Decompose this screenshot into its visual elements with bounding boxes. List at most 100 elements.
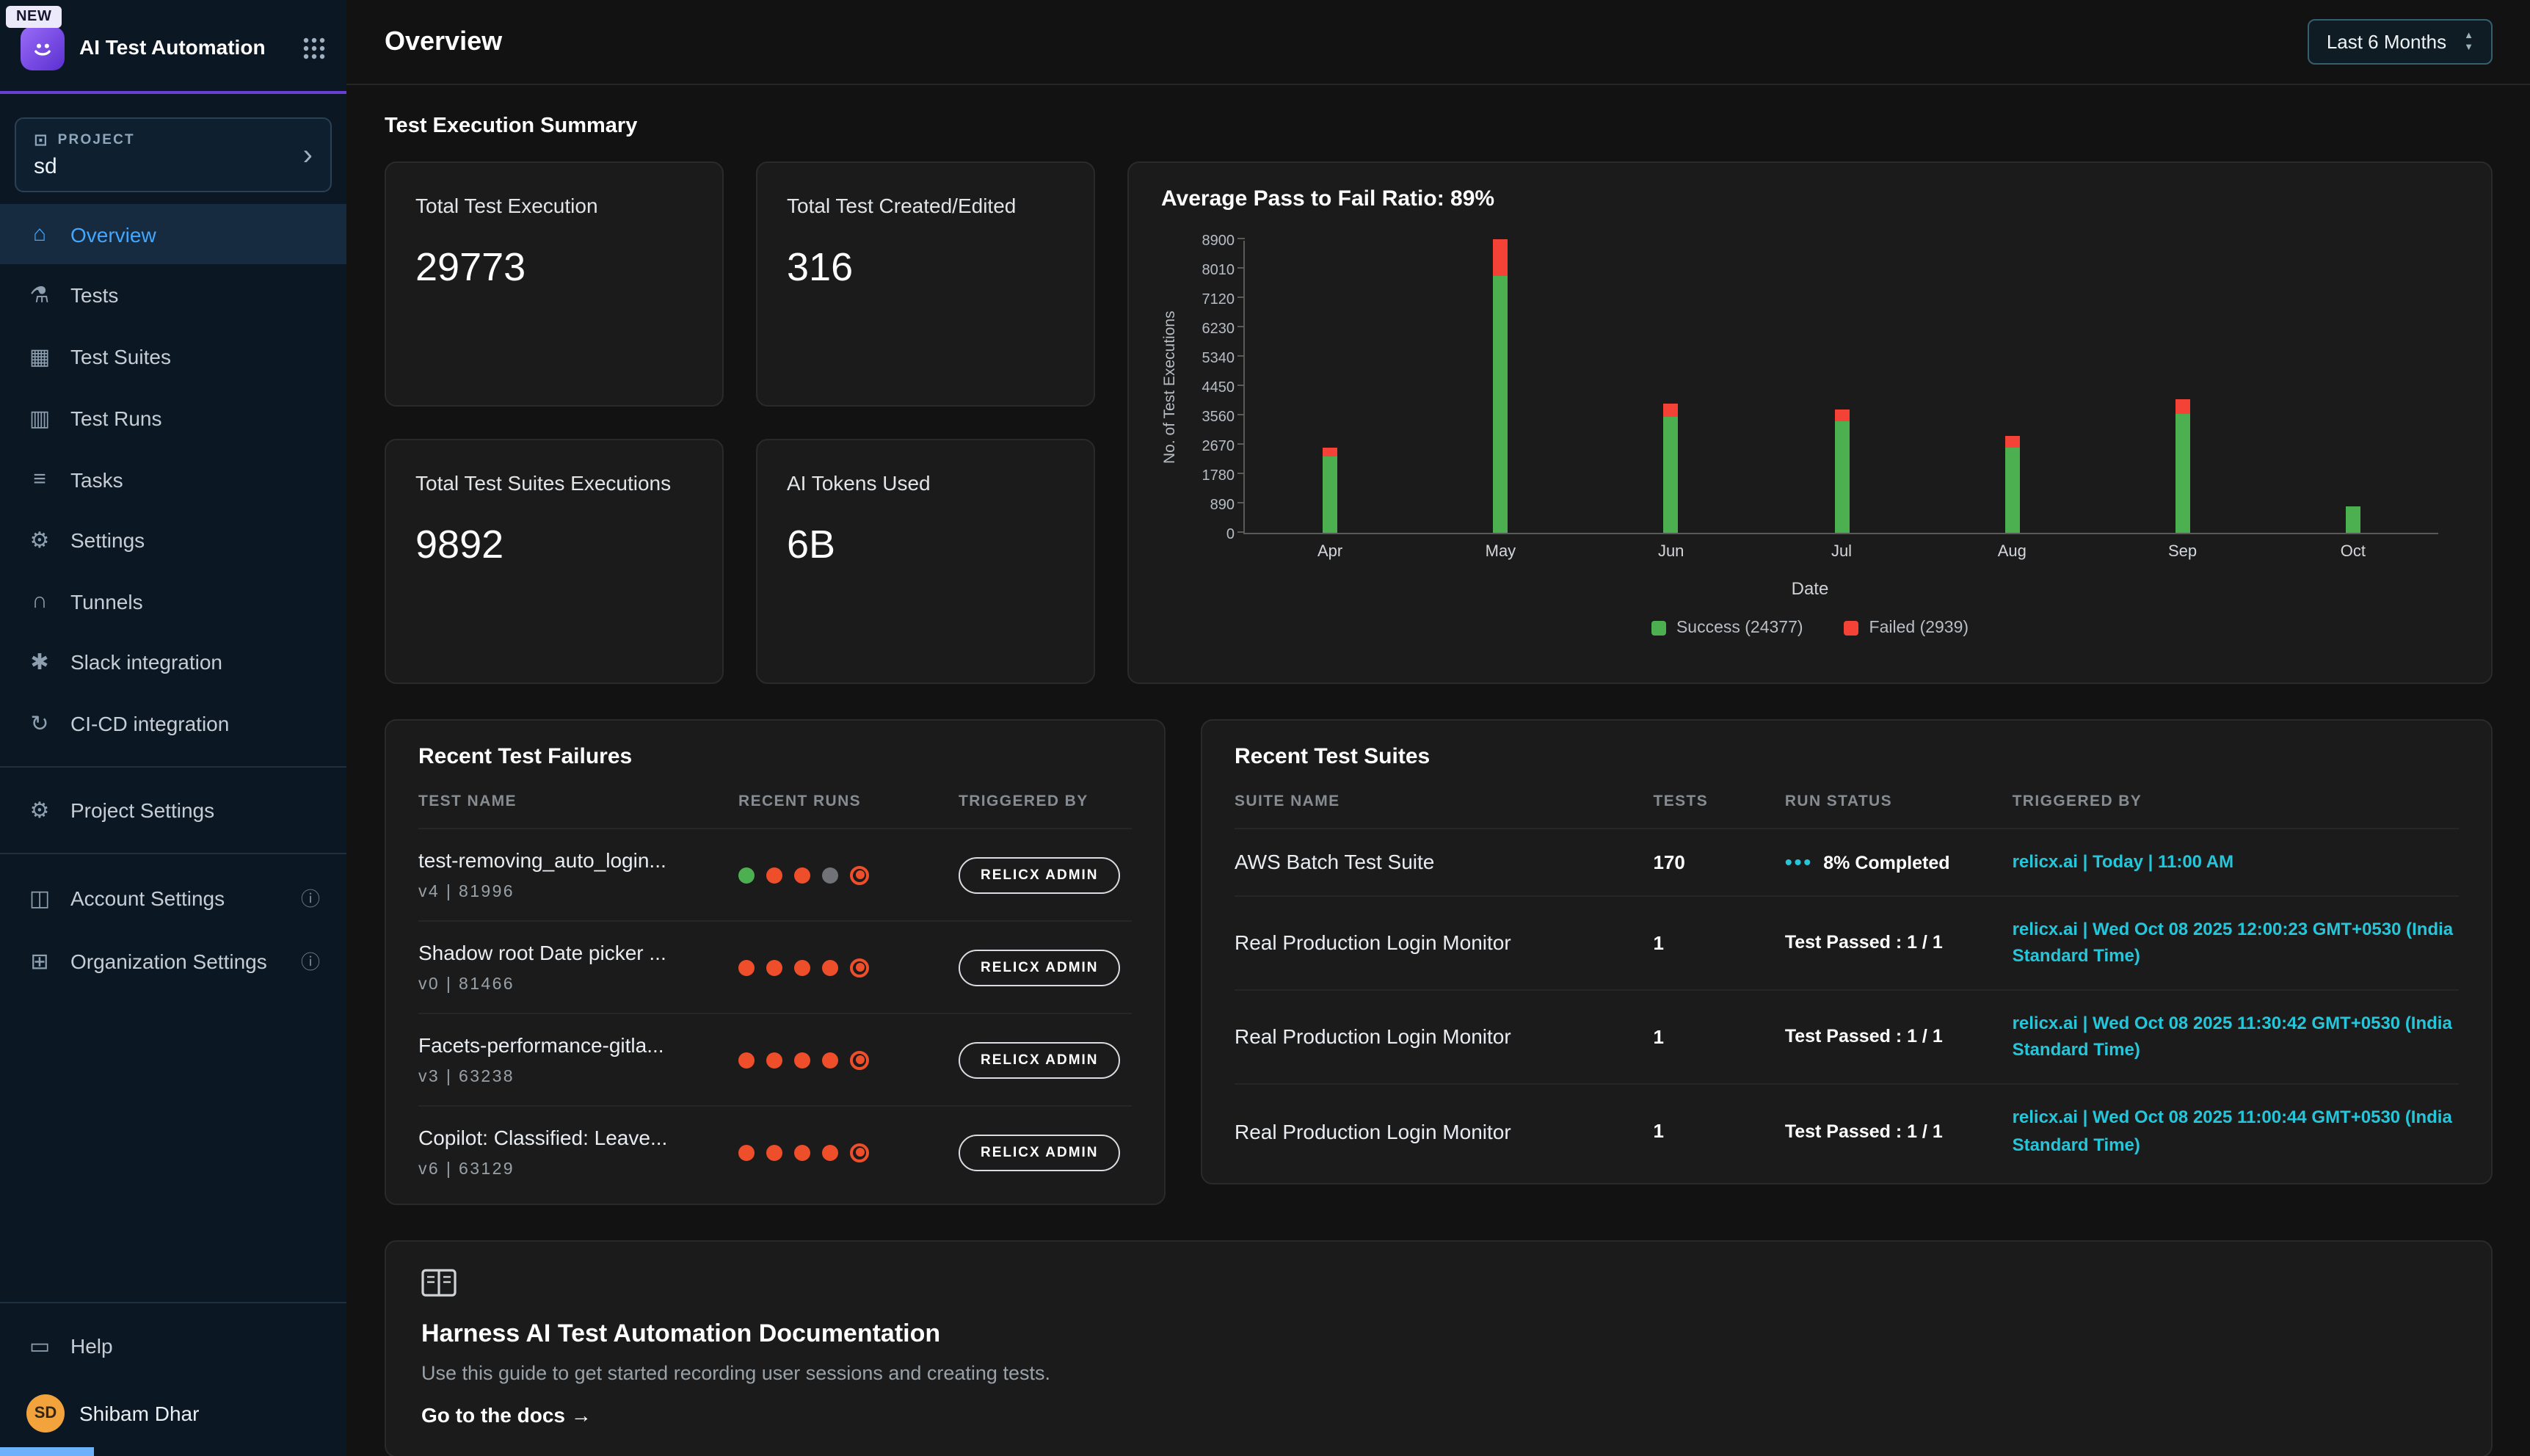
suite-name[interactable]: AWS Batch Test Suite <box>1235 851 1638 874</box>
run-status-dot-icon[interactable] <box>794 1052 810 1068</box>
sidebar-item-test-runs[interactable]: ▥Test Runs <box>0 387 346 449</box>
sidebar-item-label: Tests <box>70 283 118 307</box>
triggered-by-link[interactable]: relicx.ai | Today | 11:00 AM <box>2013 848 2459 876</box>
bar-oct[interactable] <box>2346 506 2360 533</box>
stat-value: 316 <box>787 244 1064 290</box>
sidebar-item-ci-cd-integration[interactable]: ↻CI-CD integration <box>0 693 346 754</box>
sidebar-item-help[interactable]: ▭Help <box>0 1315 346 1377</box>
sidebar-item-project-settings[interactable]: ⚙Project Settings <box>0 779 346 841</box>
bar-may[interactable] <box>1493 239 1508 533</box>
sidebar-item-account-settings[interactable]: ◫Account Settingsⓘ <box>0 866 346 929</box>
test-name[interactable]: Copilot: Classified: Leave... <box>418 1126 738 1149</box>
bar-jul[interactable] <box>1834 410 1849 534</box>
y-tick-mark <box>1237 326 1245 327</box>
overview-icon: ⌂ <box>26 222 53 247</box>
stat-value: 29773 <box>415 244 693 290</box>
tests-icon: ⚗ <box>26 282 53 308</box>
run-status-ring-icon[interactable] <box>850 1050 869 1069</box>
slack-integration-icon: ✱ <box>26 649 53 675</box>
sidebar-divider <box>0 1302 346 1303</box>
run-status-dot-icon[interactable] <box>766 1144 782 1160</box>
sidebar-item-tunnels[interactable]: ∩Tunnels <box>0 571 346 631</box>
project-selector[interactable]: ⊡ PROJECT sd › <box>15 117 332 192</box>
run-status-ring-icon[interactable] <box>850 1143 869 1162</box>
triggered-by-button[interactable]: RELICX ADMIN <box>959 949 1121 986</box>
run-status-ring-icon[interactable] <box>850 865 869 884</box>
column-header: TESTS <box>1653 793 1770 810</box>
legend-label: Success (24377) <box>1676 619 1803 637</box>
suite-name[interactable]: Real Production Login Monitor <box>1235 931 1638 954</box>
triggered-by-cell: RELICX ADMIN <box>959 1041 1132 1078</box>
run-status-ring-icon[interactable] <box>850 958 869 977</box>
sidebar-item-organization-settings[interactable]: ⊞Organization Settingsⓘ <box>0 929 346 992</box>
user-name: Shibam Dhar <box>79 1402 199 1425</box>
triggered-by-link[interactable]: relicx.ai | Wed Oct 08 2025 11:30:42 GMT… <box>2013 1010 2459 1064</box>
run-status-dot-icon[interactable] <box>766 959 782 975</box>
run-status-dot-icon[interactable] <box>822 867 838 883</box>
sidebar-item-overview[interactable]: ⌂Overview <box>0 204 346 264</box>
bar-jun[interactable] <box>1664 404 1679 533</box>
stat-label: AI Tokens Used <box>787 470 1064 498</box>
time-range-select[interactable]: Last 6 Months ▲▼ <box>2308 19 2493 65</box>
app-root: NEW AI Test Automation <box>0 0 2530 1456</box>
y-tick-mark <box>1237 385 1245 386</box>
info-icon[interactable]: ⓘ <box>301 947 320 975</box>
run-status-dot-icon[interactable] <box>794 959 810 975</box>
triggered-by-button[interactable]: RELICX ADMIN <box>959 1134 1121 1171</box>
sidebar-bottom: ▭Help SD Shibam Dhar <box>0 1290 346 1456</box>
go-to-docs-link[interactable]: Go to the docs → <box>421 1403 592 1427</box>
app-logo-icon[interactable] <box>21 26 65 70</box>
run-status: Test Passed : 1 / 1 <box>1785 1121 1998 1141</box>
sidebar-item-slack-integration[interactable]: ✱Slack integration <box>0 631 346 693</box>
project-info: ⊡ PROJECT sd <box>34 131 135 179</box>
run-status-dot-icon[interactable] <box>738 1144 755 1160</box>
user-menu[interactable]: SD Shibam Dhar <box>0 1377 346 1456</box>
sidebar-item-test-suites[interactable]: ▦Test Suites <box>0 326 346 387</box>
sidebar-item-label: Tasks <box>70 467 123 491</box>
sidebar-item-tasks[interactable]: ≡Tasks <box>0 449 346 509</box>
sidebar-item-settings[interactable]: ⚙Settings <box>0 509 346 571</box>
triggered-by-link[interactable]: relicx.ai | Wed Oct 08 2025 11:00:44 GMT… <box>2013 1104 2459 1158</box>
bar-aug[interactable] <box>2004 435 2019 533</box>
stat-card-0: Total Test Execution29773 <box>385 161 724 407</box>
section-title: Test Execution Summary <box>385 114 2493 138</box>
stat-label: Total Test Suites Executions <box>415 470 693 498</box>
bar-apr[interactable] <box>1323 447 1337 533</box>
suite-name[interactable]: Real Production Login Monitor <box>1235 1025 1638 1049</box>
run-status-dot-icon[interactable] <box>738 1052 755 1068</box>
sidebar-divider <box>0 766 346 768</box>
table-row: Shadow root Date picker ...v0 | 81466REL… <box>418 920 1132 1013</box>
run-status-dot-icon[interactable] <box>738 867 755 883</box>
y-tick-label: 8010 <box>1202 263 1235 279</box>
legend-item: Failed (2939) <box>1844 619 1969 637</box>
resource-center-strip[interactable] <box>0 1447 94 1456</box>
info-icon[interactable]: ⓘ <box>301 884 320 911</box>
test-name[interactable]: Facets-performance-gitla... <box>418 1033 738 1057</box>
suite-name[interactable]: Real Production Login Monitor <box>1235 1119 1638 1143</box>
test-version-id: v4 | 81996 <box>418 884 738 901</box>
run-status-dot-icon[interactable] <box>794 867 810 883</box>
triggered-by-button[interactable]: RELICX ADMIN <box>959 1041 1121 1078</box>
progress-dots-icon: ••• <box>1785 851 1813 874</box>
run-status-dot-icon[interactable] <box>822 1144 838 1160</box>
help-icon: ▭ <box>26 1333 53 1359</box>
test-name[interactable]: test-removing_auto_login... <box>418 848 738 872</box>
run-status-dot-icon[interactable] <box>738 959 755 975</box>
chart-x-axis-label: Date <box>1161 578 2459 599</box>
test-name[interactable]: Shadow root Date picker ... <box>418 941 738 964</box>
run-status-dot-icon[interactable] <box>766 867 782 883</box>
run-status-dot-icon[interactable] <box>766 1052 782 1068</box>
triggered-by-link[interactable]: relicx.ai | Wed Oct 08 2025 12:00:23 GMT… <box>2013 915 2459 969</box>
triggered-by-button[interactable]: RELICX ADMIN <box>959 856 1121 893</box>
sidebar-item-tests[interactable]: ⚗ Tests <box>0 264 346 326</box>
bar-sep[interactable] <box>2175 399 2190 533</box>
run-status-dot-icon[interactable] <box>794 1144 810 1160</box>
run-status-dot-icon[interactable] <box>822 959 838 975</box>
failed-segment <box>1493 239 1508 275</box>
run-status-dot-icon[interactable] <box>822 1052 838 1068</box>
recent-test-suites-card: Recent Test Suites SUITE NAMETESTSRUN ST… <box>1201 719 2493 1184</box>
table-row: AWS Batch Test Suite170•••8% Completedre… <box>1235 828 2459 895</box>
sidebar-item-label: Project Settings <box>70 798 214 822</box>
apps-grid-icon[interactable] <box>302 37 326 60</box>
x-tick-label: Oct <box>2341 543 2366 561</box>
